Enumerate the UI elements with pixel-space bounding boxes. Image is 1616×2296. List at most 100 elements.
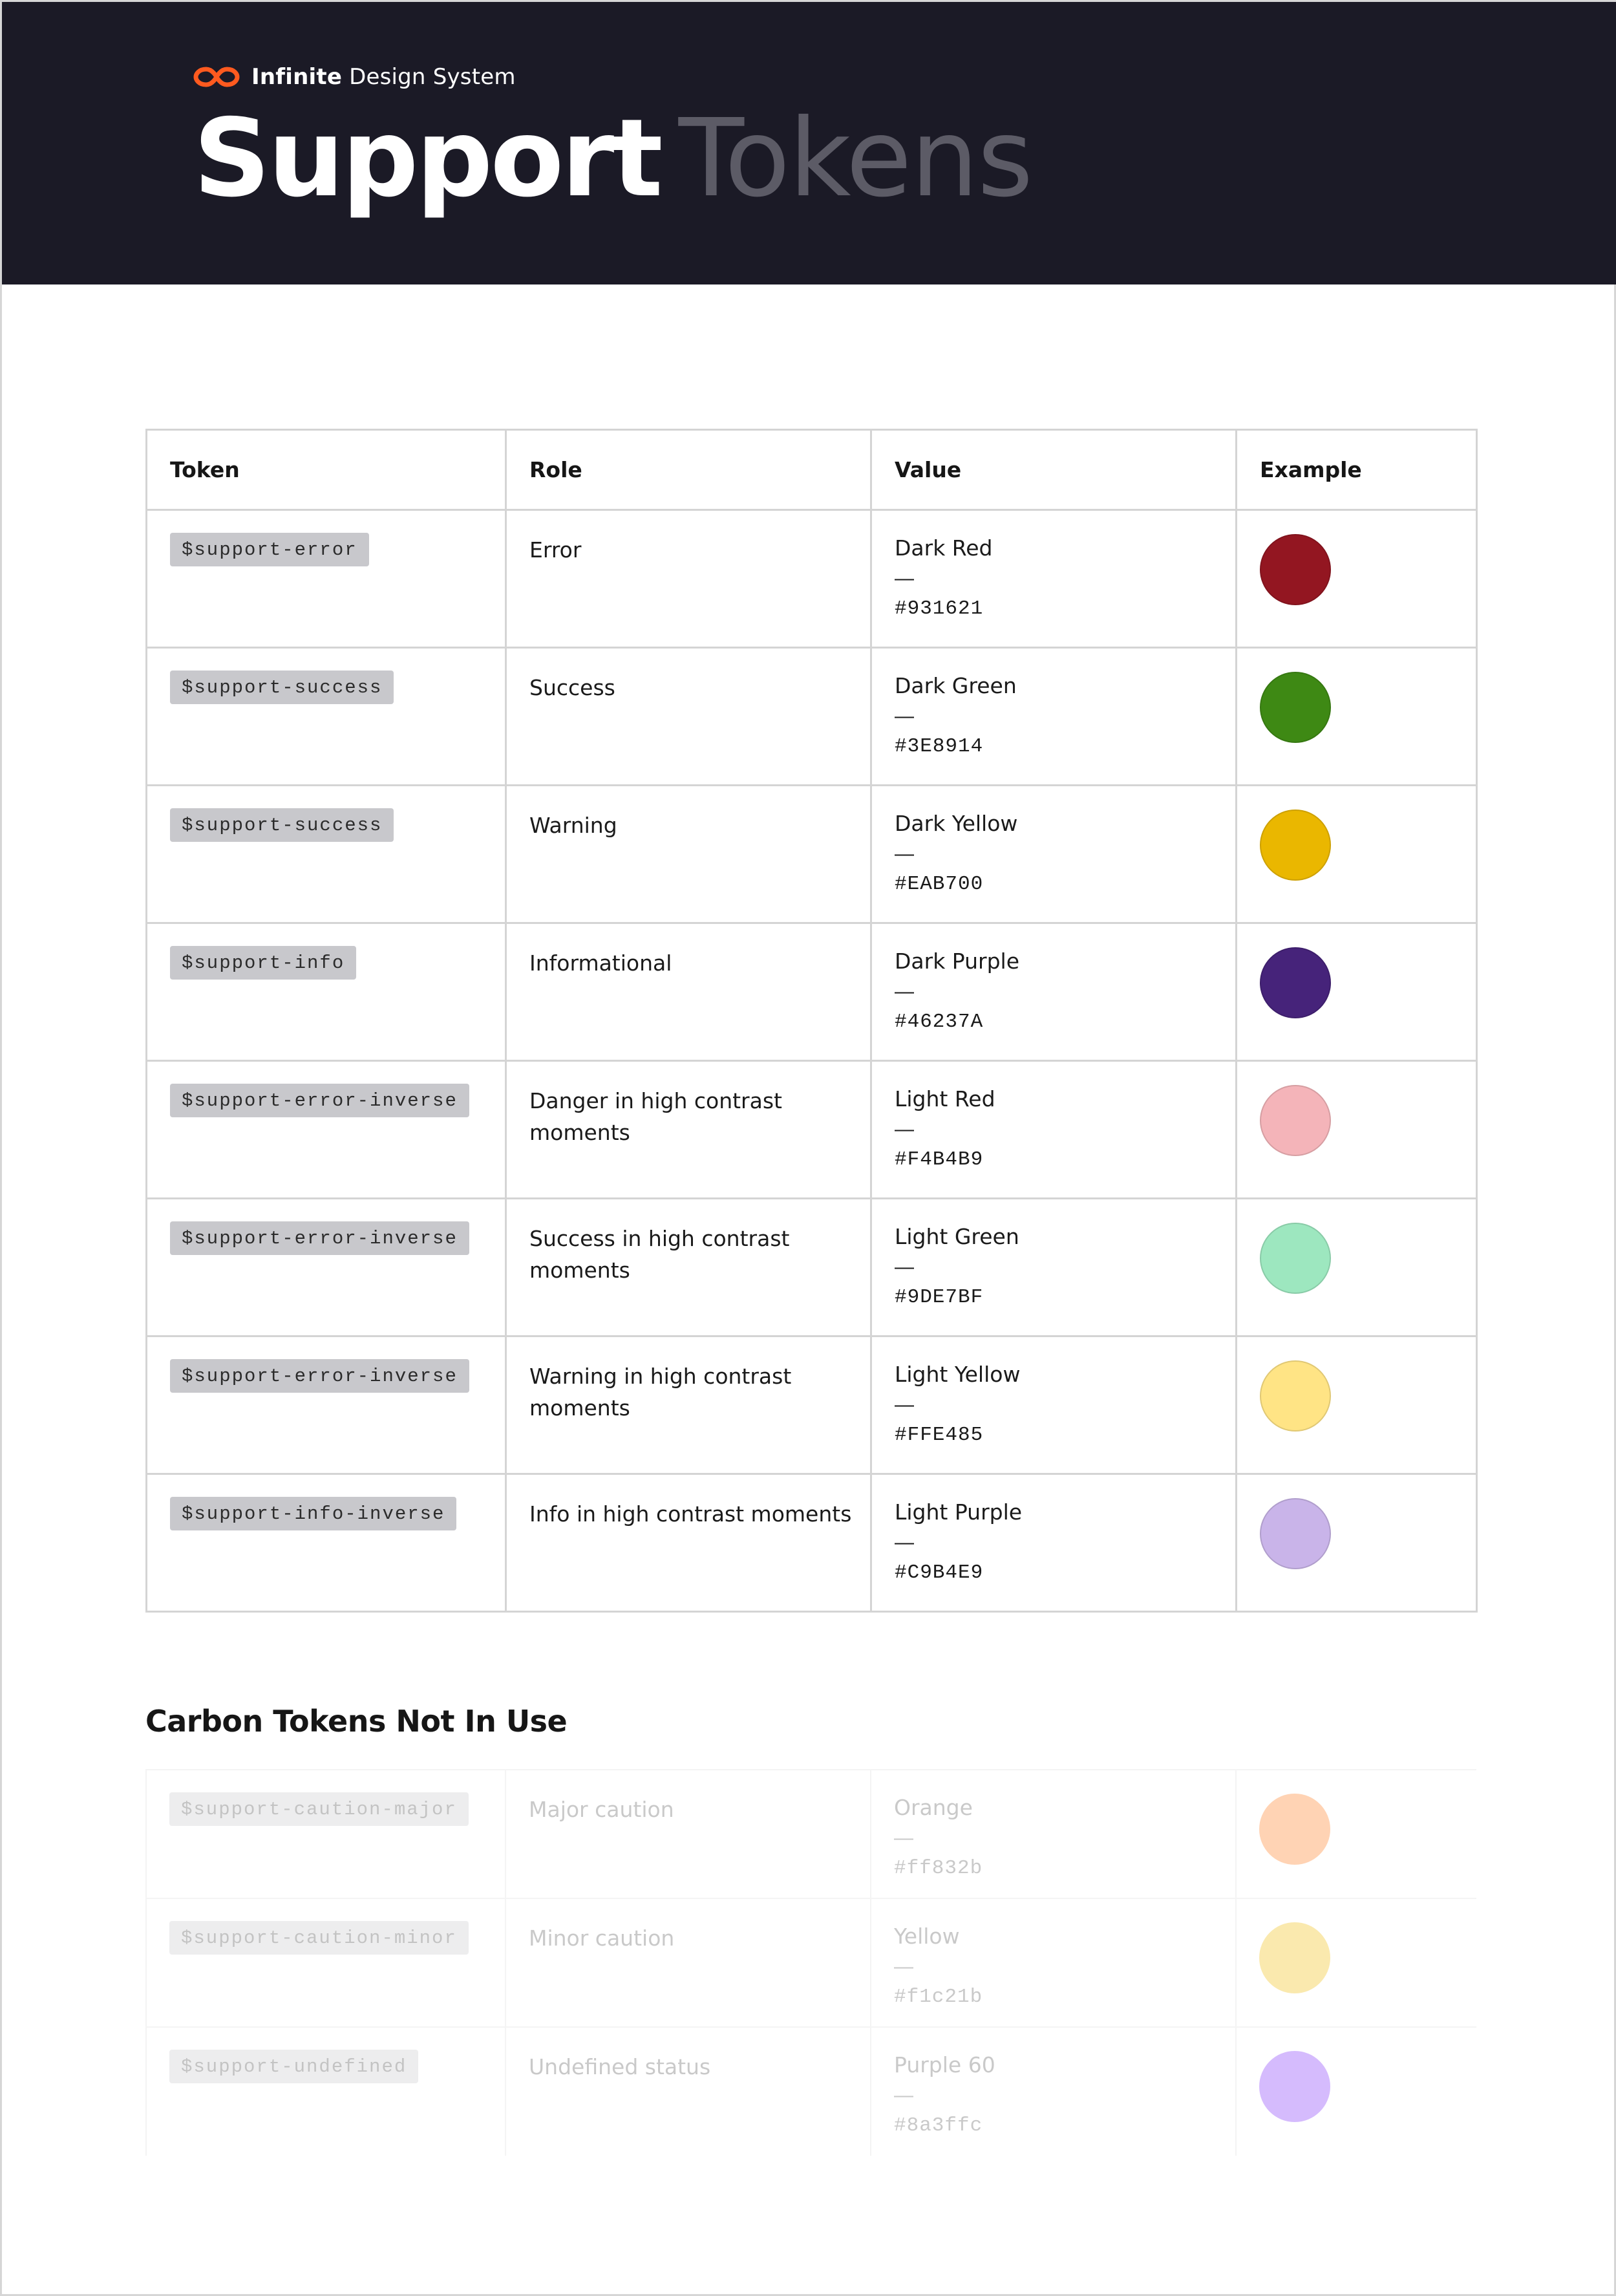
support-tokens-table: Token Role Value Example $support-error E…: [145, 429, 1478, 1613]
role-cell: Major caution: [505, 1769, 871, 1898]
role-cell: Success in high contrast moments: [505, 1197, 872, 1337]
role-cell: Error: [505, 509, 872, 649]
value-dash: —: [895, 568, 914, 589]
value-cell: Dark Green — #3E8914: [870, 647, 1237, 786]
table-row: $support-info Informational Dark Purple — #4…: [145, 922, 1478, 1062]
value-cell: Light Yellow — #FFE485: [870, 1335, 1237, 1475]
value-cell: Light Green — #9DE7BF: [870, 1197, 1237, 1337]
token-name: $support-error: [170, 533, 369, 566]
token-cell: $support-info-inverse: [145, 1473, 507, 1613]
role-text: Informational: [529, 950, 672, 976]
color-swatch: [1259, 1794, 1330, 1865]
value-dash: —: [895, 1119, 914, 1140]
token-cell: $support-caution-minor: [145, 1898, 505, 2027]
value-cell: Dark Purple — #46237A: [870, 922, 1237, 1062]
color-swatch: [1260, 1223, 1331, 1294]
brand-name-rest: Design System: [349, 64, 516, 90]
table-row: $support-error-inverse Danger in high con…: [145, 1060, 1478, 1199]
value-hex: #F4B4B9: [895, 1148, 984, 1171]
value-dash: —: [895, 1256, 914, 1278]
role-cell: Info in high contrast moments: [505, 1473, 872, 1613]
header-value: Value: [870, 429, 1237, 511]
page: Infinite Design System Support Tokens Tok…: [0, 0, 1616, 2296]
table-row: $support-caution-minor Minor caution Yello…: [145, 1898, 1476, 2027]
value-hex: #9DE7BF: [895, 1286, 984, 1309]
value-dash: —: [894, 2085, 913, 2106]
value-hex: #931621: [895, 597, 984, 620]
token-cell: $support-error-inverse: [145, 1335, 507, 1475]
value-dash: —: [895, 1394, 914, 1415]
token-name: $support-error-inverse: [170, 1359, 469, 1393]
token-name: $support-error-inverse: [170, 1084, 469, 1117]
value-hex: #ff832b: [894, 1857, 983, 1880]
example-cell: [1235, 509, 1478, 649]
token-name: $support-caution-minor: [169, 1921, 469, 1955]
table-row: $support-success Warning Dark Yellow — #EAB7…: [145, 784, 1478, 924]
example-cell: [1235, 1335, 1478, 1475]
value-name: Dark Purple: [895, 949, 1020, 974]
role-cell: Minor caution: [505, 1898, 871, 2027]
value-name: Light Green: [895, 1224, 1019, 1249]
role-text: Error: [529, 537, 582, 563]
value-cell: Dark Yellow — #EAB700: [870, 784, 1237, 924]
role-cell: Success: [505, 647, 872, 786]
table-row: $support-error-inverse Success in high co…: [145, 1197, 1478, 1337]
role-cell: Undefined status: [505, 2026, 871, 2156]
page-title-light: Tokens: [678, 96, 1034, 221]
value-dash: —: [894, 1956, 913, 1977]
table-row: $support-error Error Dark Red — #931621: [145, 509, 1478, 649]
role-cell: Warning: [505, 784, 872, 924]
value-cell: Purple 60 — #8a3ffc: [870, 2026, 1236, 2156]
token-name: $support-success: [170, 671, 394, 704]
value-dash: —: [895, 1532, 914, 1553]
role-text: Danger in high contrast moments: [529, 1088, 782, 1145]
example-cell: [1235, 1197, 1478, 1337]
example-cell: [1235, 784, 1478, 924]
token-cell: $support-info: [145, 922, 507, 1062]
value-hex: #f1c21b: [894, 1986, 983, 2008]
color-swatch: [1260, 1085, 1331, 1156]
role-text: Warning in high contrast moments: [529, 1364, 792, 1421]
value-hex: #FFE485: [895, 1424, 984, 1446]
table-row: $support-info-inverse Info in high contra…: [145, 1473, 1478, 1613]
role-cell: Warning in high contrast moments: [505, 1335, 872, 1475]
role-text: Info in high contrast moments: [529, 1501, 852, 1527]
color-swatch: [1259, 1922, 1330, 1993]
brand: Infinite Design System: [193, 64, 516, 90]
value-name: Purple 60: [894, 2052, 995, 2077]
value-dash: —: [894, 1827, 913, 1849]
token-cell: $support-success: [145, 647, 507, 786]
brand-name: Infinite Design System: [251, 64, 516, 90]
color-swatch: [1260, 947, 1331, 1018]
value-name: Dark Yellow: [895, 811, 1018, 836]
example-cell: [1235, 647, 1478, 786]
value-dash: —: [895, 981, 914, 1002]
role-text: Undefined status: [529, 2054, 711, 2079]
color-swatch: [1260, 1360, 1331, 1432]
table-row: $support-undefined Undefined status Purple…: [145, 2026, 1476, 2156]
table-header-row: Token Role Value Example: [145, 429, 1478, 511]
value-name: Dark Green: [895, 673, 1017, 698]
token-cell: $support-undefined: [145, 2026, 505, 2156]
example-cell: [1235, 1769, 1476, 1898]
example-cell: [1235, 1898, 1476, 2027]
unused-tokens-heading: Carbon Tokens Not In Use: [145, 1704, 568, 1739]
token-cell: $support-caution-major: [145, 1769, 505, 1898]
role-cell: Danger in high contrast moments: [505, 1060, 872, 1199]
value-dash: —: [895, 843, 914, 864]
value-hex: #3E8914: [895, 735, 984, 758]
header-example: Example: [1235, 429, 1478, 511]
role-text: Major caution: [529, 1797, 674, 1822]
value-name: Yellow: [894, 1924, 960, 1949]
value-name: Orange: [894, 1795, 973, 1820]
value-hex: #46237A: [895, 1011, 984, 1033]
example-cell: [1235, 2026, 1476, 2156]
brand-name-bold: Infinite: [251, 64, 343, 90]
header-token: Token: [145, 429, 507, 511]
role-cell: Informational: [505, 922, 872, 1062]
color-swatch: [1260, 534, 1331, 605]
value-name: Light Yellow: [895, 1362, 1021, 1387]
value-hex: #EAB700: [895, 873, 984, 896]
color-swatch: [1260, 672, 1331, 743]
value-cell: Orange — #ff832b: [870, 1769, 1236, 1898]
